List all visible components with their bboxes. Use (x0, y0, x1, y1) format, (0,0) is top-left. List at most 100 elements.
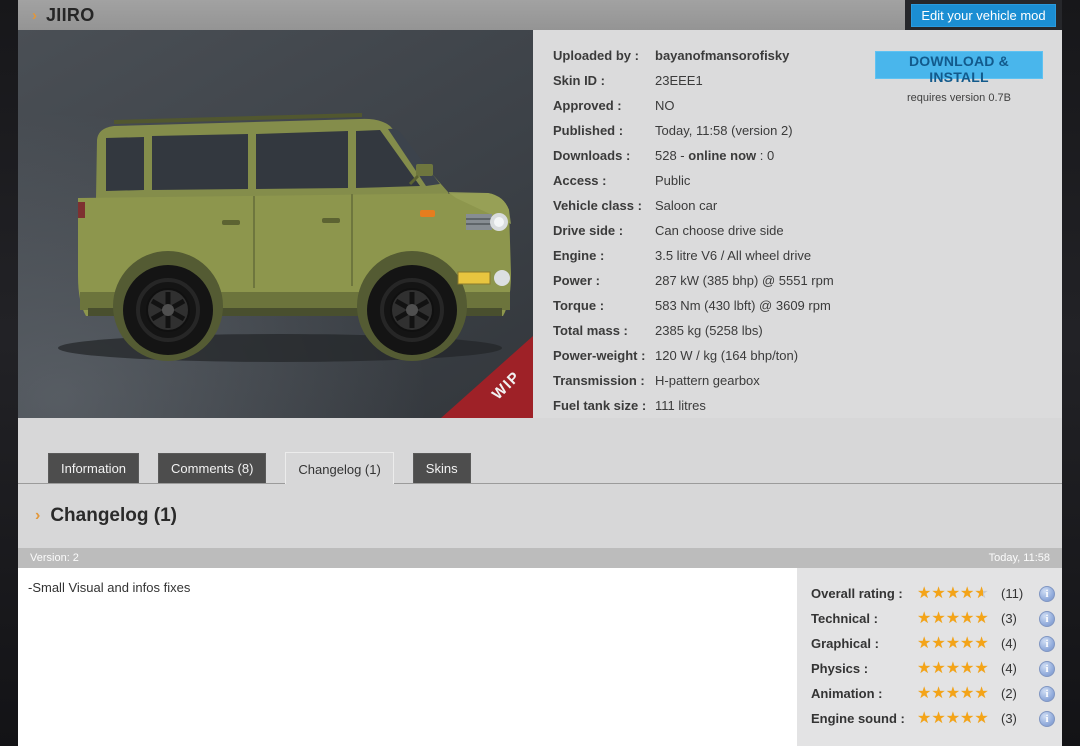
rating-row: Engine sound :★★★★★★★★★★(3) i (797, 706, 1062, 731)
rating-label: Overall rating : (811, 586, 917, 601)
tab-comments-8[interactable]: Comments (8) (158, 453, 266, 483)
download-requires-note: requires version 0.7B (875, 92, 1043, 104)
header-right-area: Edit your vehicle mod (905, 0, 1062, 30)
details-panel: Uploaded by :bayanofmansorofiskySkin ID … (533, 30, 1062, 418)
detail-row: Total mass :2385 kg (5258 lbs) (553, 318, 1062, 343)
detail-row: Published :Today, 11:58 (version 2) (553, 118, 1062, 143)
info-icon[interactable]: i (1039, 711, 1055, 727)
detail-value: 528 - online now : 0 (655, 148, 774, 163)
rating-count: (4) (1001, 661, 1035, 676)
rating-label: Graphical : (811, 636, 917, 651)
detail-value: 3.5 litre V6 / All wheel drive (655, 248, 811, 263)
info-icon[interactable]: i (1039, 611, 1055, 627)
detail-value: 120 W / kg (164 bhp/ton) (655, 348, 798, 363)
ratings-panel: Overall rating :★★★★★★★★★★(11)iTechnical… (797, 568, 1062, 746)
detail-row: Transmission :H-pattern gearbox (553, 368, 1062, 393)
rating-row: Physics :★★★★★★★★★★(4) i (797, 656, 1062, 681)
rating-label: Animation : (811, 686, 917, 701)
detail-row: Engine :3.5 litre V6 / All wheel drive (553, 243, 1062, 268)
detail-value: 23EEE1 (655, 73, 703, 88)
detail-value: Public (655, 173, 690, 188)
tab-bar: Information Comments (8) Changelog (1) Skin… (18, 418, 1062, 484)
detail-label: Power : (553, 273, 655, 288)
detail-value: 111 litres (655, 398, 706, 413)
detail-row: Fuel tank size :111 litres (553, 393, 1062, 418)
page-title: JIIRO (46, 5, 95, 26)
detail-value: 583 Nm (430 lbft) @ 3609 rpm (655, 298, 831, 313)
detail-row: Power :287 kW (385 bhp) @ 5551 rpm (553, 268, 1062, 293)
detail-row: Access :Public (553, 168, 1062, 193)
detail-label: Engine : (553, 248, 655, 263)
rating-row: Animation :★★★★★★★★★★(2) i (797, 681, 1062, 706)
star-rating: ★★★★★★★★★★ (917, 686, 999, 702)
download-install-button[interactable]: DOWNLOAD & INSTALL (875, 51, 1043, 79)
rating-row: Overall rating :★★★★★★★★★★(11) i (797, 581, 1062, 606)
edit-vehicle-mod-button[interactable]: Edit your vehicle mod (911, 4, 1055, 27)
detail-label: Approved : (553, 98, 655, 113)
rating-label: Technical : (811, 611, 917, 626)
detail-label: Access : (553, 173, 655, 188)
detail-label: Total mass : (553, 323, 655, 338)
info-icon[interactable]: i (1039, 636, 1055, 652)
detail-label: Vehicle class : (553, 198, 655, 213)
detail-label: Fuel tank size : (553, 398, 655, 413)
vehicle-render (18, 30, 533, 418)
detail-row: Downloads :528 - online now : 0 (553, 143, 1062, 168)
detail-row: Torque :583 Nm (430 lbft) @ 3609 rpm (553, 293, 1062, 318)
detail-value: Can choose drive side (655, 223, 784, 238)
detail-label: Power-weight : (553, 348, 655, 363)
tab-changelog-1[interactable]: Changelog (1) (285, 452, 393, 484)
info-icon[interactable]: i (1039, 586, 1055, 602)
detail-value: 2385 kg (5258 lbs) (655, 323, 763, 338)
rating-label: Engine sound : (811, 711, 917, 726)
detail-row: Power-weight :120 W / kg (164 bhp/ton) (553, 343, 1062, 368)
tab-skins[interactable]: Skins (413, 453, 471, 483)
detail-label: Torque : (553, 298, 655, 313)
rating-count: (2) (1001, 686, 1035, 701)
rating-count: (4) (1001, 636, 1035, 651)
detail-value: H-pattern gearbox (655, 373, 760, 388)
changelog-heading: Changelog (1) (50, 505, 177, 527)
detail-row: Drive side :Can choose drive side (553, 218, 1062, 243)
wip-label: WIP (489, 368, 524, 403)
detail-label: Downloads : (553, 148, 655, 163)
version-bar: Version: 2 Today, 11:58 (18, 548, 1062, 568)
vehicle-summary-section: WIP Uploaded by :bayanofmansorofiskySkin… (18, 30, 1062, 418)
version-label: Version: 2 (30, 552, 79, 564)
page-content: › JIIRO Edit your vehicle mod (18, 0, 1062, 746)
detail-value: Today, 11:58 (version 2) (655, 123, 793, 138)
info-icon[interactable]: i (1039, 686, 1055, 702)
info-icon[interactable]: i (1039, 661, 1055, 677)
detail-label: Uploaded by : (553, 48, 655, 63)
detail-label: Skin ID : (553, 73, 655, 88)
rating-count: (11) (1001, 586, 1035, 601)
star-rating: ★★★★★★★★★★ (917, 711, 999, 727)
lower-section: Information Comments (8) Changelog (1) Skin… (18, 418, 1062, 746)
detail-value: NO (655, 98, 675, 113)
breadcrumb-chevron-icon: › (32, 8, 37, 23)
star-rating: ★★★★★★★★★★ (917, 611, 999, 627)
tab-information[interactable]: Information (48, 453, 139, 483)
vehicle-preview-image: WIP (18, 30, 533, 418)
rating-row: Graphical :★★★★★★★★★★(4) i (797, 631, 1062, 656)
star-rating: ★★★★★★★★★★ (917, 586, 999, 602)
header: › JIIRO Edit your vehicle mod (18, 0, 1062, 30)
version-date: Today, 11:58 (989, 552, 1050, 564)
detail-label: Published : (553, 123, 655, 138)
star-rating: ★★★★★★★★★★ (917, 636, 999, 652)
section-heading: › Changelog (1) (18, 484, 1062, 548)
rating-count: (3) (1001, 711, 1035, 726)
title-bar: › JIIRO (18, 0, 905, 30)
rating-row: Technical :★★★★★★★★★★(3) i (797, 606, 1062, 631)
changelog-entry: -Small Visual and infos fixes (18, 568, 797, 746)
heading-chevron-icon: › (35, 508, 40, 524)
rating-label: Physics : (811, 661, 917, 676)
detail-label: Transmission : (553, 373, 655, 388)
detail-value[interactable]: bayanofmansorofisky (655, 48, 789, 63)
detail-value: Saloon car (655, 198, 717, 213)
download-area: DOWNLOAD & INSTALL requires version 0.7B (875, 51, 1043, 104)
rating-count: (3) (1001, 611, 1035, 626)
detail-value: 287 kW (385 bhp) @ 5551 rpm (655, 273, 834, 288)
changelog-body: -Small Visual and infos fixes Overall ra… (18, 568, 1062, 746)
star-rating: ★★★★★★★★★★ (917, 661, 999, 677)
